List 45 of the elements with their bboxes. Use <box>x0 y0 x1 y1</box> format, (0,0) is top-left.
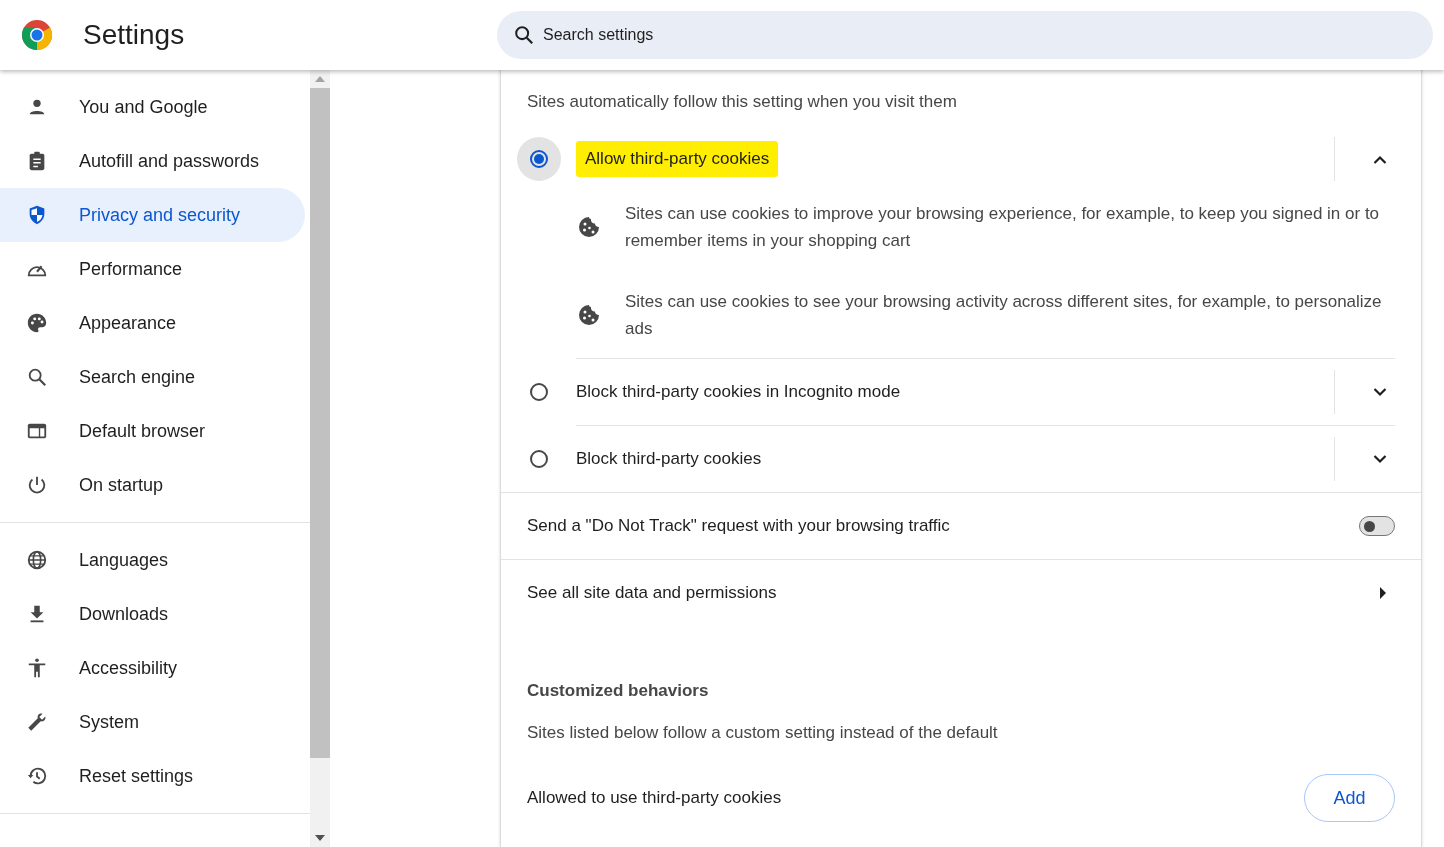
sidebar-item[interactable]: Search engine <box>0 350 305 404</box>
site-data-link[interactable]: See all site data and permissions <box>527 583 777 603</box>
option-description: Sites can use cookies to see your browsing activity across different sites, for example, to personalize ads <box>625 291 1383 340</box>
search-icon <box>513 24 535 46</box>
chrome-logo-icon <box>21 19 53 51</box>
wrench-icon <box>26 711 48 733</box>
palette-icon <box>26 312 48 334</box>
section-heading: Customized behaviors <box>526 680 710 701</box>
scroll-down-arrow-icon[interactable] <box>315 835 325 841</box>
radio-label[interactable]: Block third-party cookies in Incognito mode <box>576 374 1334 410</box>
radio-label[interactable]: Allow third-party cookies <box>576 141 779 177</box>
sidebar-item[interactable]: Reset settings <box>0 749 305 803</box>
power-icon <box>26 474 48 496</box>
sidebar-item[interactable]: Languages <box>0 533 305 587</box>
sidebar-item[interactable]: System <box>0 695 305 749</box>
add-button[interactable]: Add <box>1304 774 1395 822</box>
sidebar-item[interactable]: Autofill and passwords <box>0 134 305 188</box>
right-arrow-icon[interactable] <box>1379 587 1387 599</box>
accessibility-icon <box>26 657 48 679</box>
search-field[interactable]: Search settings <box>497 11 1433 59</box>
section-description: Sites automatically follow this setting when you visit them <box>526 91 958 113</box>
sidebar-item[interactable]: Privacy and security <box>0 188 305 242</box>
radio-label[interactable]: Block third-party cookies <box>576 441 1334 477</box>
radio-button[interactable] <box>517 137 561 181</box>
globe-icon <box>26 549 48 571</box>
section-description: Sites listed below follow a custom setting instead of the default <box>526 722 999 743</box>
search-icon <box>26 366 48 388</box>
list-heading: Allowed to use third-party cookies <box>527 788 782 808</box>
history-icon <box>26 765 48 787</box>
sidebar-item[interactable]: Appearance <box>0 296 305 350</box>
cookie-icon <box>577 215 601 239</box>
sidebar-item[interactable]: Performance <box>0 242 305 296</box>
sidebar-item[interactable]: Default browser <box>0 404 305 458</box>
page-title: Settings <box>83 19 185 51</box>
sidebar-item[interactable]: Downloads <box>0 587 305 641</box>
setting-label: Send a "Do Not Track" request with your browsing traffic <box>527 516 950 536</box>
chevron-down-icon <box>1373 454 1387 464</box>
cookie-icon <box>577 303 601 327</box>
sidebar-item[interactable]: You and Google <box>0 80 305 134</box>
sidebar-item[interactable]: Accessibility <box>0 641 305 695</box>
sidebar-item[interactable]: On startup <box>0 458 305 512</box>
chevron-down-icon <box>1373 387 1387 397</box>
chevron-up-icon <box>1373 154 1387 164</box>
toggle-switch[interactable] <box>1359 516 1395 536</box>
option-description: Sites can use cookies to improve your browsing experience, for example, to keep you signed in or to remember items in your shopping cart <box>625 203 1381 252</box>
